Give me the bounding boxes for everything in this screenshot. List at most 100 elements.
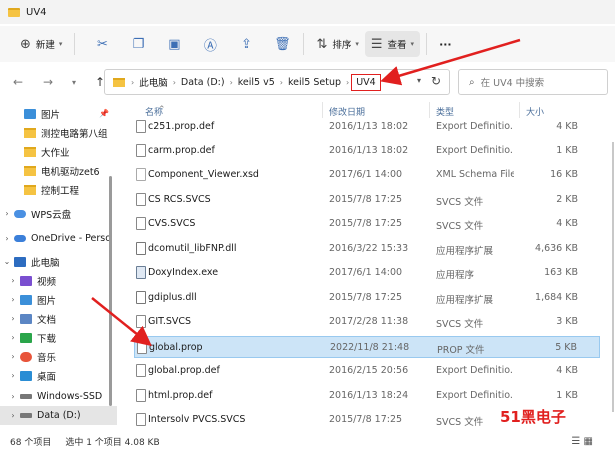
chevron-right-icon[interactable]: ›: [6, 314, 20, 323]
sidebar-item-label: 图片: [37, 295, 57, 307]
view-button[interactable]: ☰ 查看 ▾: [364, 31, 421, 57]
dll-file-icon: [136, 242, 146, 255]
sidebar-item-windows-ssd[interactable]: › Windows-SSD: [0, 387, 117, 406]
view-label: 查看: [387, 40, 407, 51]
file-row[interactable]: carm.prop.def 2016/1/13 18:02 Export Def…: [134, 140, 600, 162]
chevron-right-icon[interactable]: ›: [6, 392, 20, 401]
file-row[interactable]: gdiplus.dll 2015/7/8 17:25 应用程序扩展 1,684 …: [134, 287, 600, 309]
file-row[interactable]: html.prop.def 2016/1/13 18:24 Export Def…: [134, 385, 600, 407]
breadcrumb-this-pc[interactable]: 此电脑: [136, 75, 171, 89]
file-type: SVCS 文件: [436, 221, 484, 232]
file-date: 2016/2/15 20:56: [329, 365, 409, 376]
sidebar-item-wps-cloud[interactable]: › WPS云盘: [0, 204, 117, 223]
file-row[interactable]: CS RCS.SVCS 2015/7/8 17:25 SVCS 文件 2 KB: [134, 189, 600, 211]
chevron-down-icon[interactable]: ⌄: [0, 257, 14, 266]
file-date: 2015/7/8 17:25: [329, 218, 403, 229]
file-row[interactable]: global.prop.def 2016/2/15 20:56 Export D…: [134, 360, 600, 382]
address-history-dropdown[interactable]: ▾: [417, 76, 421, 85]
file-date: 2015/7/8 17:25: [329, 414, 403, 425]
back-button[interactable]: ←: [6, 70, 30, 94]
chevron-right-icon[interactable]: ›: [6, 276, 20, 285]
paste-button[interactable]: ▣: [159, 31, 189, 57]
folder-icon: [24, 165, 36, 176]
rename-button[interactable]: Ⓐ: [195, 31, 225, 57]
file-size: 4 KB: [556, 121, 578, 132]
toolbar-divider: [303, 33, 305, 55]
refresh-icon[interactable]: ↻: [431, 74, 441, 88]
sidebar-item-this-pc[interactable]: ⌄ 此电脑: [0, 252, 117, 271]
file-name: Component_Viewer.xsd: [148, 169, 259, 180]
exe-file-icon: [136, 266, 146, 279]
file-icon: [136, 413, 146, 426]
file-size: 4 KB: [556, 365, 578, 376]
arrow-right-icon: →: [42, 75, 54, 89]
share-button[interactable]: ⇪: [231, 31, 261, 57]
forward-button[interactable]: →: [36, 70, 60, 94]
file-date: 2015/7/8 17:25: [329, 194, 403, 205]
sidebar-item-data-drive[interactable]: › Data (D:): [0, 406, 117, 425]
sidebar-item-label: 此电脑: [31, 257, 60, 269]
sidebar-item-downloads[interactable]: › 下载: [0, 328, 117, 347]
chevron-right-icon: ›: [172, 77, 176, 87]
delete-button[interactable]: 🗑: [267, 31, 297, 57]
breadcrumb-uv4[interactable]: UV4: [351, 73, 381, 91]
file-icon: [136, 144, 146, 157]
file-row[interactable]: DoxyIndex.exe 2017/6/1 14:00 应用程序 163 KB: [134, 262, 600, 284]
pin-icon: 📌: [99, 109, 109, 118]
chevron-right-icon[interactable]: ›: [0, 234, 14, 243]
music-icon: [20, 351, 32, 362]
sidebar-item-folder[interactable]: 电机驱动zet6: [0, 161, 117, 180]
file-row[interactable]: GIT.SVCS 2017/2/28 11:38 SVCS 文件 3 KB: [134, 311, 600, 333]
chevron-right-icon[interactable]: ›: [6, 352, 20, 361]
window-title: UV4: [26, 6, 47, 18]
sidebar-item-desktop[interactable]: › 桌面: [0, 366, 117, 385]
search-box[interactable]: ⌕ 在 UV4 中搜索: [458, 69, 608, 95]
sidebar-item-music[interactable]: › 音乐: [0, 347, 117, 366]
sidebar-item-pictures-quick[interactable]: 图片 📌: [0, 104, 117, 123]
chevron-right-icon[interactable]: ›: [6, 371, 20, 380]
file-row[interactable]: c251.prop.def 2016/1/13 18:02 Export Def…: [134, 116, 600, 138]
details-view-icon[interactable]: ☰ ▦: [571, 436, 593, 447]
watermark-text: 51黑电子: [500, 408, 566, 426]
file-size: 1 KB: [556, 145, 578, 156]
chevron-right-icon[interactable]: ›: [6, 411, 20, 420]
search-placeholder: 在 UV4 中搜索: [480, 78, 545, 89]
breadcrumb-data-drive[interactable]: Data (D:): [178, 77, 228, 88]
file-name: html.prop.def: [148, 390, 213, 401]
file-size: 2 KB: [556, 194, 578, 205]
video-icon: [20, 275, 32, 286]
file-size: 16 KB: [550, 169, 578, 180]
file-row-selected[interactable]: global.prop 2022/11/8 21:48 PROP 文件 5 KB: [134, 336, 600, 358]
wps-cloud-icon: [14, 209, 26, 218]
breadcrumb-keil5-setup[interactable]: keil5 Setup: [285, 77, 344, 88]
search-icon: ⌕: [469, 76, 475, 88]
sidebar-item-videos[interactable]: › 视频: [0, 271, 117, 290]
sidebar-item-documents[interactable]: › 文档: [0, 309, 117, 328]
sidebar-item-folder[interactable]: 大作业: [0, 142, 117, 161]
item-count: 68 个项目: [10, 437, 52, 448]
file-type: 应用程序扩展: [436, 246, 494, 257]
file-name: carm.prop.def: [148, 145, 215, 156]
sort-button[interactable]: ⇅ 排序 ▾: [310, 31, 364, 57]
sidebar-item-folder[interactable]: 测控电路第八组: [0, 123, 117, 142]
chevron-right-icon[interactable]: ›: [0, 209, 14, 218]
chevron-right-icon[interactable]: ›: [6, 333, 20, 342]
file-list-scrollbar[interactable]: [612, 142, 614, 412]
copy-button[interactable]: ❐: [123, 31, 153, 57]
sidebar-item-onedrive[interactable]: › OneDrive - Perso: [0, 229, 117, 248]
file-row[interactable]: CVS.SVCS 2015/7/8 17:25 SVCS 文件 4 KB: [134, 213, 600, 235]
new-button[interactable]: ⊕ 新建 ▾: [14, 31, 68, 57]
sidebar-item-folder[interactable]: 控制工程: [0, 180, 117, 199]
recent-locations-button[interactable]: ▾: [62, 70, 86, 94]
drive-icon: [20, 413, 32, 418]
sidebar-item-label: 下载: [37, 333, 57, 345]
chevron-right-icon[interactable]: ›: [6, 295, 20, 304]
breadcrumb-keil5-v5[interactable]: keil5 v5: [235, 77, 278, 88]
address-bar[interactable]: › 此电脑 › Data (D:) › keil5 v5 › keil5 Set…: [104, 69, 450, 95]
more-options-button[interactable]: ···: [433, 31, 458, 57]
cut-button[interactable]: ✂: [87, 31, 117, 57]
navigation-pane-scrollbar[interactable]: [109, 176, 112, 406]
sidebar-item-pictures[interactable]: › 图片: [0, 290, 117, 309]
file-row[interactable]: dcomutil_libFNP.dll 2016/3/22 15:33 应用程序…: [134, 238, 600, 260]
file-row[interactable]: Component_Viewer.xsd 2017/6/1 14:00 XML …: [134, 164, 600, 186]
